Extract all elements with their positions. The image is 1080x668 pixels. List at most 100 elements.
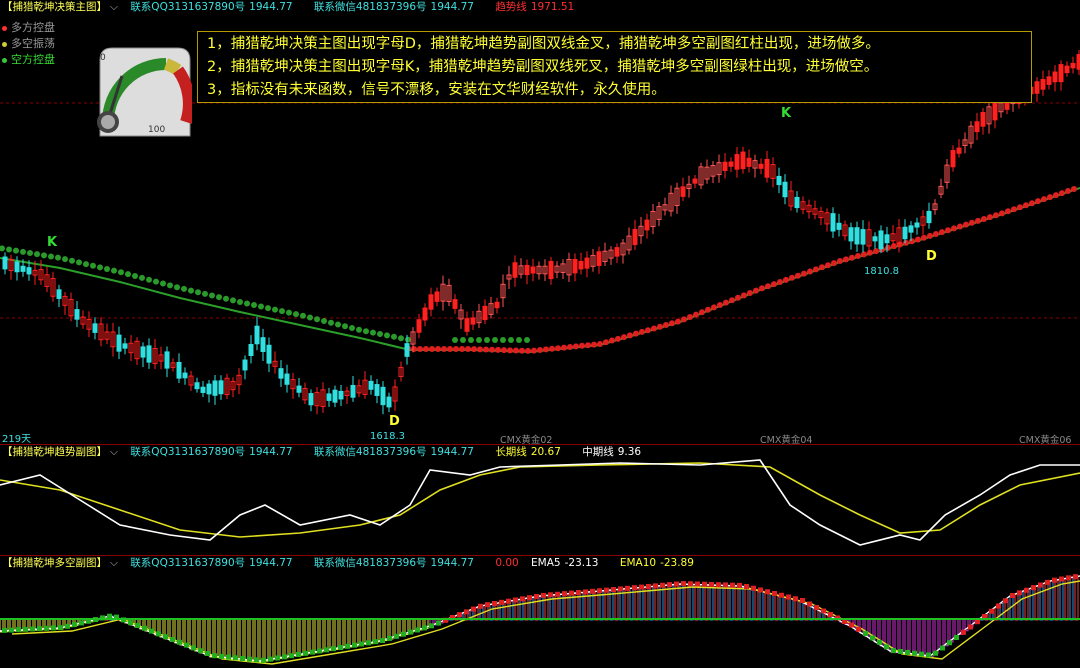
candle-body bbox=[380, 386, 386, 406]
bear-dot bbox=[279, 308, 285, 315]
signal-dot bbox=[597, 588, 602, 594]
bull-bear-histogram[interactable] bbox=[0, 556, 1080, 668]
trend-subchart-title[interactable]: 【捕猎乾坤趋势副图】 bbox=[2, 446, 107, 458]
bull-dot bbox=[693, 311, 699, 318]
main-chart-panel[interactable]: 【捕猎乾坤决策主图】 ⌵ 联系QQ3131637890号 1944.77 联系微信4… bbox=[0, 0, 1080, 444]
candle-body bbox=[122, 343, 128, 349]
bear-dot bbox=[342, 323, 348, 330]
bull-dot bbox=[969, 219, 975, 226]
histogram-bar bbox=[659, 585, 664, 621]
gauge-icon: 0 100 bbox=[97, 47, 192, 137]
histogram-bar bbox=[649, 586, 654, 621]
histogram-bar bbox=[694, 584, 699, 621]
signal-dot bbox=[457, 612, 462, 618]
bear-dot bbox=[391, 333, 397, 340]
signal-dot bbox=[303, 650, 308, 656]
histogram-bar bbox=[359, 618, 364, 646]
bull-dot bbox=[711, 304, 717, 311]
signal-dot bbox=[814, 605, 819, 610]
histogram-bar bbox=[344, 618, 349, 649]
bear-dot bbox=[13, 247, 19, 254]
histogram-bar bbox=[269, 618, 274, 661]
chevron-down-icon[interactable]: ⌵ bbox=[110, 446, 118, 458]
candle-body bbox=[632, 228, 638, 246]
bear-dot bbox=[398, 335, 404, 342]
histogram-bar bbox=[664, 584, 669, 621]
candle-body bbox=[884, 234, 890, 244]
contract-label: CMX黄金02 bbox=[500, 435, 553, 444]
bull-dot bbox=[1005, 208, 1011, 215]
signal-dot bbox=[576, 590, 581, 595]
bear-dot bbox=[272, 306, 278, 313]
signal-dot bbox=[212, 653, 217, 659]
trend-line-label: 趋势线 bbox=[495, 1, 527, 13]
signal-dot bbox=[324, 647, 329, 653]
chevron-down-icon[interactable]: ⌵ bbox=[110, 1, 118, 13]
bull-dot bbox=[945, 227, 951, 234]
bull-dot bbox=[927, 232, 933, 239]
signal-dot bbox=[1024, 587, 1029, 593]
histogram-bar bbox=[539, 595, 544, 621]
histogram-bar bbox=[724, 585, 729, 621]
candle-body bbox=[2, 256, 8, 270]
candle-body bbox=[404, 343, 410, 357]
candle-body bbox=[218, 380, 224, 395]
signal-dot bbox=[562, 591, 567, 597]
bear-dot bbox=[62, 256, 68, 263]
bull-dot bbox=[657, 323, 663, 330]
histogram-bar bbox=[499, 602, 504, 621]
ema10-value: -23.89 bbox=[660, 557, 694, 569]
histogram-bar bbox=[719, 584, 724, 621]
signal-dot bbox=[44, 625, 49, 631]
bear-dot bbox=[452, 337, 458, 343]
bull-dot bbox=[885, 244, 891, 251]
bear-dot bbox=[349, 325, 355, 331]
histogram-bar bbox=[334, 618, 339, 650]
bear-dot bbox=[97, 264, 103, 271]
main-chart-title[interactable]: 【捕猎乾坤决策主图】 bbox=[2, 1, 107, 13]
signal-dot bbox=[163, 634, 168, 640]
bull-dot bbox=[633, 330, 639, 337]
signal-dot bbox=[492, 601, 497, 606]
trend-subchart-panel[interactable]: 【捕猎乾坤趋势副图】 ⌵ 联系QQ3131637890号 1944.77 联系微信4… bbox=[0, 444, 1080, 556]
bear-dot bbox=[476, 337, 482, 343]
bear-dot bbox=[321, 318, 327, 324]
signal-dot bbox=[373, 639, 378, 645]
chevron-down-icon[interactable]: ⌵ bbox=[110, 557, 118, 569]
bull-dot bbox=[675, 318, 681, 325]
signal-dot bbox=[275, 655, 280, 661]
signal-dot bbox=[79, 620, 84, 626]
signal-dot bbox=[611, 587, 616, 593]
bull-dot bbox=[531, 347, 537, 354]
bull-bear-subchart-panel[interactable]: 【捕猎乾坤多空副图】 ⌵ 联系QQ3131637890号 1944.77 联系微信4… bbox=[0, 555, 1080, 668]
signal-dot bbox=[338, 645, 343, 650]
signal-dot bbox=[149, 628, 154, 634]
bear-dot bbox=[516, 337, 522, 343]
trend-subchart-header: 【捕猎乾坤趋势副图】 ⌵ 联系QQ3131637890号 1944.77 联系微信4… bbox=[2, 446, 659, 459]
bull-dot bbox=[801, 270, 807, 277]
candle-body bbox=[836, 222, 842, 230]
histogram-bar bbox=[809, 605, 814, 621]
candle-body bbox=[1046, 76, 1052, 85]
signal-dot bbox=[940, 645, 945, 651]
candle-body bbox=[452, 299, 458, 309]
bear-dot bbox=[230, 297, 236, 304]
histogram-bar bbox=[509, 600, 514, 621]
signal-dot bbox=[513, 597, 518, 603]
histogram-bar bbox=[1074, 576, 1079, 621]
histogram-bar bbox=[1034, 586, 1039, 621]
candle-body bbox=[374, 384, 380, 396]
signal-dot bbox=[345, 643, 350, 649]
bull-dot bbox=[585, 342, 591, 349]
qq-label: 联系QQ3131637890号 bbox=[130, 557, 246, 569]
wechat-value: 1944.77 bbox=[430, 1, 474, 13]
bear-dot bbox=[377, 331, 383, 337]
candle-body bbox=[902, 226, 908, 240]
trend-line-chart[interactable] bbox=[0, 445, 1080, 556]
bull-dot bbox=[597, 341, 603, 347]
bull-bear-subchart-title[interactable]: 【捕猎乾坤多空副图】 bbox=[2, 557, 107, 569]
candle-body bbox=[908, 225, 914, 233]
signal-dot bbox=[436, 620, 441, 626]
signal-dot bbox=[1038, 582, 1043, 588]
bull-dot bbox=[855, 253, 861, 260]
